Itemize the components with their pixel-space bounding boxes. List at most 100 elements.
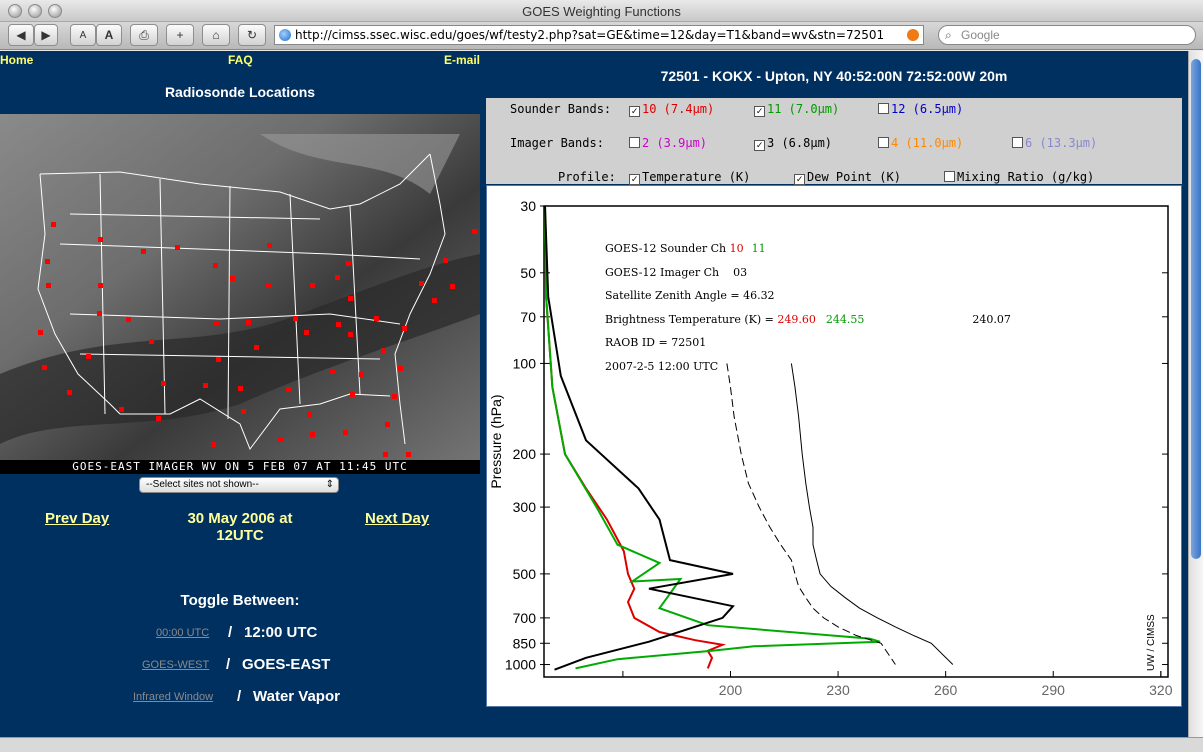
radiosonde-site-marker[interactable] [392,394,397,399]
search-input[interactable]: ⌕ Google [938,25,1196,45]
toggle-infrared-link[interactable]: Infrared Window [133,691,213,703]
sounder-band-checkbox[interactable] [878,103,889,114]
site-select[interactable]: --Select sites not shown-- ⇕ [139,477,339,493]
imager-band-checkbox[interactable] [1012,137,1023,148]
radiosonde-site-marker[interactable] [126,317,131,322]
next-day-link[interactable]: Next Day [365,510,429,527]
radiosonde-site-marker[interactable] [98,283,103,288]
radiosonde-site-marker[interactable] [175,245,180,250]
radiosonde-site-marker[interactable] [45,259,50,264]
radiosonde-site-marker[interactable] [406,452,411,457]
profile-checkbox[interactable]: ✓ [794,174,805,185]
radiosonde-site-marker[interactable] [307,412,312,417]
toggle-00utc-link[interactable]: 00:00 UTC [156,627,209,639]
radiosonde-site-marker[interactable] [97,311,102,316]
radiosonde-map[interactable]: GOES-EAST IMAGER WV ON 5 FEB 07 AT 11:45… [0,114,480,474]
home-button[interactable]: ⌂ [202,24,230,46]
radiosonde-site-marker[interactable] [293,316,298,321]
radiosonde-site-marker[interactable] [450,284,455,289]
radiosonde-site-marker[interactable] [46,283,51,288]
radiosonde-site-marker[interactable] [51,222,56,227]
radiosonde-site-marker[interactable] [214,321,219,326]
sounder-band-checkbox[interactable]: ✓ [754,106,765,117]
imager-band-checkbox[interactable] [878,137,889,148]
radiosonde-site-marker[interactable] [335,275,340,280]
radiosonde-site-marker[interactable] [472,229,477,234]
email-link[interactable]: E-mail [444,53,480,67]
radiosonde-site-marker[interactable] [381,348,386,353]
profile-option[interactable]: ✓ Temperature (K) [629,170,750,185]
radiosonde-site-marker[interactable] [310,432,315,437]
radiosonde-site-marker[interactable] [443,258,448,263]
radiosonde-site-marker[interactable] [385,422,390,427]
radiosonde-site-marker[interactable] [149,339,154,344]
vertical-scroll-thumb[interactable] [1191,59,1201,559]
radiosonde-site-marker[interactable] [238,386,243,391]
radiosonde-site-marker[interactable] [211,442,216,447]
radiosonde-site-marker[interactable] [278,437,283,442]
radiosonde-site-marker[interactable] [398,366,403,371]
radiosonde-site-marker[interactable] [216,357,221,362]
radiosonde-site-marker[interactable] [246,320,251,325]
imager-band-option[interactable]: 2 (3.9µm) [629,136,707,150]
reload-button[interactable]: ↻ [238,24,266,46]
radiosonde-site-marker[interactable] [348,296,353,301]
radiosonde-site-marker[interactable] [241,409,246,414]
rss-icon[interactable] [907,29,919,41]
radiosonde-site-marker[interactable] [119,407,124,412]
toggle-goes-west-link[interactable]: GOES-WEST [142,659,209,671]
radiosonde-site-marker[interactable] [336,322,341,327]
faq-link[interactable]: FAQ [228,53,253,67]
radiosonde-site-marker[interactable] [383,452,388,457]
radiosonde-site-marker[interactable] [402,326,407,331]
vertical-scrollbar[interactable] [1188,51,1203,737]
sounder-band-option[interactable]: 12 (6.5µm) [878,102,963,116]
imager-band-checkbox[interactable]: ✓ [754,140,765,151]
print-button[interactable]: ⎙ [130,24,158,46]
radiosonde-site-marker[interactable] [350,392,355,397]
radiosonde-site-marker[interactable] [419,281,424,286]
radiosonde-site-marker[interactable] [42,365,47,370]
imager-band-option[interactable]: 4 (11.0µm) [878,136,963,150]
address-field[interactable]: http://cimss.ssec.wisc.edu/goes/wf/testy… [274,25,924,45]
sounder-band-checkbox[interactable]: ✓ [629,106,640,117]
radiosonde-site-marker[interactable] [286,387,291,392]
profile-checkbox[interactable]: ✓ [629,174,640,185]
radiosonde-site-marker[interactable] [254,345,259,350]
smaller-text-button[interactable]: A [70,24,96,46]
radiosonde-site-marker[interactable] [310,283,315,288]
radiosonde-site-marker[interactable] [156,416,161,421]
profile-option[interactable]: ✓ Dew Point (K) [794,170,901,185]
radiosonde-site-marker[interactable] [346,261,351,266]
radiosonde-site-marker[interactable] [374,316,379,321]
forward-button[interactable]: ▶ [34,24,58,46]
back-button[interactable]: ◀ [8,24,34,46]
imager-band-option[interactable]: 6 (13.3µm) [1012,136,1097,150]
radiosonde-site-marker[interactable] [266,283,271,288]
radiosonde-site-marker[interactable] [343,430,348,435]
imager-band-option[interactable]: ✓ 3 (6.8µm) [754,136,832,151]
radiosonde-site-marker[interactable] [359,372,364,377]
radiosonde-site-marker[interactable] [230,276,235,281]
imager-band-checkbox[interactable] [629,137,640,148]
home-link[interactable]: Home [0,53,33,67]
radiosonde-site-marker[interactable] [348,332,353,337]
radiosonde-site-marker[interactable] [161,381,166,386]
add-bookmark-button[interactable]: + [166,24,194,46]
radiosonde-site-marker[interactable] [330,369,335,374]
sounder-band-option[interactable]: ✓ 11 (7.0µm) [754,102,839,117]
sounder-band-option[interactable]: ✓ 10 (7.4µm) [629,102,714,117]
radiosonde-site-marker[interactable] [86,354,91,359]
radiosonde-site-marker[interactable] [38,330,43,335]
radiosonde-site-marker[interactable] [203,383,208,388]
radiosonde-site-marker[interactable] [98,237,103,242]
radiosonde-site-marker[interactable] [432,298,437,303]
radiosonde-site-marker[interactable] [267,243,272,248]
radiosonde-site-marker[interactable] [304,330,309,335]
radiosonde-site-marker[interactable] [67,390,72,395]
profile-checkbox[interactable] [944,171,955,182]
radiosonde-site-marker[interactable] [213,263,218,268]
prev-day-link[interactable]: Prev Day [45,510,109,527]
profile-option[interactable]: Mixing Ratio (g/kg) [944,170,1094,184]
bigger-text-button[interactable]: A [96,24,122,46]
